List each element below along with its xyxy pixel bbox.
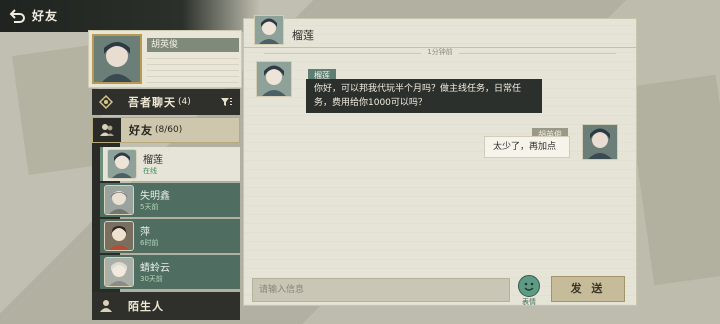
stranger-icon bbox=[100, 300, 112, 312]
chat-title: 榴莲 bbox=[292, 29, 314, 42]
filter-icon[interactable] bbox=[220, 96, 232, 108]
chat-diamond-icon bbox=[99, 95, 113, 109]
friend-status: 6时前 bbox=[140, 239, 159, 247]
avatar bbox=[582, 124, 618, 160]
friend-name: 蜻蛉云 bbox=[140, 263, 170, 274]
send-button[interactable]: 发 送 bbox=[551, 276, 625, 302]
time-divider: 1分钟前 bbox=[264, 47, 616, 59]
background-decor bbox=[626, 74, 720, 286]
sidebar-item-strangers[interactable]: 陌生人 bbox=[92, 292, 240, 320]
chat-count: (4) bbox=[178, 97, 191, 107]
sidebar-item-label: 吾者聊天 bbox=[128, 96, 176, 109]
friends-count: (8/60) bbox=[155, 125, 183, 135]
top-bar: 好友 bbox=[0, 0, 260, 32]
back-button[interactable]: 好友 bbox=[8, 5, 94, 25]
avatar bbox=[254, 15, 284, 45]
friend-list-item[interactable]: 失明鑫 5天前 bbox=[100, 183, 240, 217]
friend-list-item[interactable]: 榴莲 在线 bbox=[100, 147, 240, 181]
sidebar-item-label: 陌生人 bbox=[128, 300, 164, 313]
self-info-lines bbox=[147, 57, 239, 83]
avatar bbox=[104, 221, 134, 251]
friend-status: 在线 bbox=[143, 167, 157, 175]
avatar bbox=[107, 149, 137, 179]
self-name: 胡英俊 bbox=[147, 38, 239, 52]
friend-list-item[interactable]: 萍 6时前 bbox=[100, 219, 240, 253]
chat-header: 榴莲 bbox=[244, 15, 636, 48]
sidebar-item-friends[interactable]: 好友 (8/60) bbox=[92, 117, 240, 143]
friend-status: 30天前 bbox=[140, 275, 163, 283]
friend-name: 榴莲 bbox=[143, 155, 163, 166]
sidebar-item-label: 好友 bbox=[129, 124, 153, 137]
avatar bbox=[104, 185, 134, 215]
sidebar-item-chat[interactable]: 吾者聊天 (4) bbox=[92, 89, 240, 115]
emoji-icon bbox=[518, 275, 540, 297]
avatar bbox=[256, 61, 292, 97]
friend-name: 萍 bbox=[140, 227, 150, 238]
friend-list-item[interactable]: 蜻蛉云 30天前 bbox=[100, 255, 240, 289]
chat-panel: 榴莲 1分钟前 榴莲 你好，可以邦我代玩半个月吗？做主线任务，日常任务，费用给你… bbox=[243, 15, 637, 306]
friend-name: 失明鑫 bbox=[140, 191, 170, 202]
back-arrow-icon bbox=[9, 9, 25, 23]
message-bubble: 你好，可以邦我代玩半个月吗？做主线任务，日常任务，费用给你1000可以吗？ bbox=[306, 79, 542, 113]
avatar bbox=[104, 257, 134, 287]
message-bubble: 太少了，再加点 bbox=[484, 136, 570, 158]
message-input[interactable]: 请输入信息 bbox=[252, 278, 510, 302]
emoji-label: 表情 bbox=[522, 298, 536, 306]
emoji-button[interactable]: 表情 bbox=[516, 275, 542, 306]
self-profile-card[interactable]: 胡英俊 bbox=[88, 30, 242, 88]
friends-icon bbox=[100, 124, 114, 136]
page-title: 好友 bbox=[32, 8, 59, 23]
friend-status: 5天前 bbox=[140, 203, 159, 211]
avatar bbox=[92, 34, 142, 84]
